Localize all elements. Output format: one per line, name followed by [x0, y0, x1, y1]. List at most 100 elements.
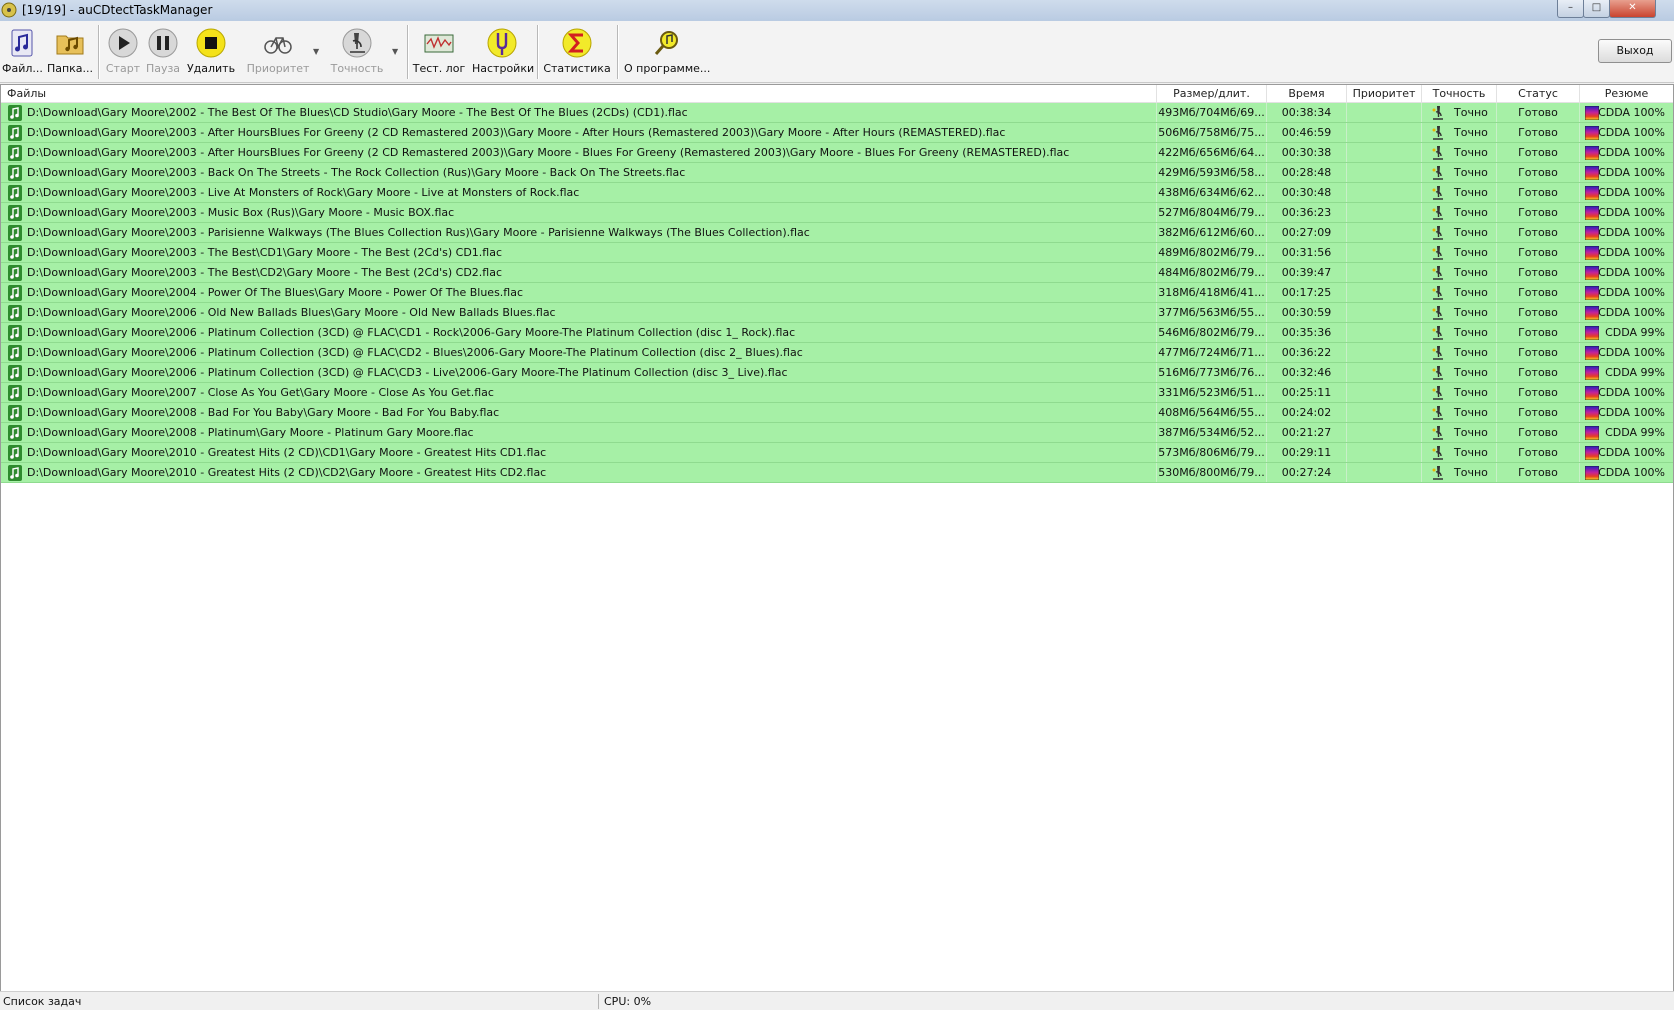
add-folder-button[interactable]: Папка... [46, 24, 94, 80]
time-cell: 00:24:02 [1267, 403, 1347, 422]
size-cell: 438Мб/634Мб/62... [1157, 183, 1267, 202]
column-header-time[interactable]: Время [1267, 85, 1347, 102]
time-cell: 00:30:48 [1267, 183, 1347, 202]
music-note-icon [8, 225, 22, 241]
spectrum-icon [1585, 206, 1599, 220]
minimize-button[interactable]: – [1557, 0, 1584, 18]
priority-cell [1347, 243, 1422, 262]
column-header-accuracy[interactable]: Точность [1422, 85, 1497, 102]
column-header-files[interactable]: Файлы [1, 85, 1157, 102]
table-row[interactable]: D:\Download\Gary Moore\2004 - Power Of T… [1, 283, 1673, 303]
microscope-icon [1432, 146, 1443, 160]
size-value: 527Мб/804Мб/79... [1158, 206, 1265, 219]
accuracy-value: Точно [1454, 146, 1488, 159]
time-cell: 00:17:25 [1267, 283, 1347, 302]
time-value: 00:30:48 [1281, 186, 1332, 199]
table-row[interactable]: D:\Download\Gary Moore\2002 - The Best O… [1, 103, 1673, 123]
test-log-label: Тест. лог [412, 62, 466, 75]
table-row[interactable]: D:\Download\Gary Moore\2003 - The Best\C… [1, 243, 1673, 263]
test-log-button[interactable]: Тест. лог [412, 24, 466, 80]
settings-button[interactable]: Настройки [472, 24, 534, 80]
sigma-icon [562, 28, 592, 58]
status-cell: Готово [1497, 103, 1580, 122]
table-row[interactable]: D:\Download\Gary Moore\2006 - Platinum C… [1, 343, 1673, 363]
file-path: D:\Download\Gary Moore\2004 - Power Of T… [27, 286, 524, 299]
accuracy-dropdown-arrow[interactable]: ▼ [392, 47, 398, 56]
table-row[interactable]: D:\Download\Gary Moore\2006 - Platinum C… [1, 323, 1673, 343]
time-cell: 00:39:47 [1267, 263, 1347, 282]
time-value: 00:28:48 [1281, 166, 1332, 179]
table-row[interactable]: D:\Download\Gary Moore\2010 - Greatest H… [1, 463, 1673, 483]
statistics-button[interactable]: Статистика [542, 24, 612, 80]
status-value: Готово [1518, 386, 1558, 399]
size-cell: 530Мб/800Мб/79... [1157, 463, 1267, 482]
status-value: Готово [1518, 206, 1558, 219]
close-button[interactable]: ✕ [1609, 0, 1656, 18]
title-bar[interactable]: [19/19] - auCDtectTaskManager – □ ✕ [0, 0, 1674, 22]
time-cell: 00:36:23 [1267, 203, 1347, 222]
table-row[interactable]: D:\Download\Gary Moore\2003 - After Hour… [1, 143, 1673, 163]
column-header-size[interactable]: Размер/длит. [1157, 85, 1267, 102]
result-cell: CDDA 100% [1580, 103, 1673, 122]
microscope-icon [1432, 166, 1443, 180]
music-note-icon [8, 465, 22, 481]
table-row[interactable]: D:\Download\Gary Moore\2003 - Back On Th… [1, 163, 1673, 183]
result-value: CDDA 100% [1598, 446, 1665, 459]
priority-button[interactable]: Приоритет [244, 24, 312, 80]
size-cell: 546Мб/802Мб/79... [1157, 323, 1267, 342]
add-file-button[interactable]: Файл... [2, 24, 43, 80]
column-header-priority[interactable]: Приоритет [1347, 85, 1422, 102]
about-button[interactable]: О программе... [624, 24, 710, 80]
table-row[interactable]: D:\Download\Gary Moore\2008 - Bad For Yo… [1, 403, 1673, 423]
size-value: 546Мб/802Мб/79... [1158, 326, 1265, 339]
table-row[interactable]: D:\Download\Gary Moore\2008 - Platinum\G… [1, 423, 1673, 443]
priority-dropdown-arrow[interactable]: ▼ [313, 47, 319, 56]
priority-cell [1347, 363, 1422, 382]
pause-button[interactable]: Пауза [144, 24, 182, 80]
size-cell: 506Мб/758Мб/75... [1157, 123, 1267, 142]
microscope-icon [1432, 286, 1443, 300]
microscope-icon [1432, 346, 1443, 360]
time-cell: 00:31:56 [1267, 243, 1347, 262]
table-row[interactable]: D:\Download\Gary Moore\2006 - Old New Ba… [1, 303, 1673, 323]
status-value: Готово [1518, 466, 1558, 479]
time-value: 00:30:59 [1281, 306, 1332, 319]
priority-cell [1347, 163, 1422, 182]
priority-cell [1347, 103, 1422, 122]
result-cell: CDDA 100% [1580, 183, 1673, 202]
microscope-icon [1432, 386, 1443, 400]
music-note-icon [8, 405, 22, 421]
result-value: CDDA 100% [1598, 206, 1665, 219]
file-cell: D:\Download\Gary Moore\2006 - Platinum C… [1, 343, 1157, 362]
size-cell: 382Мб/612Мб/60... [1157, 223, 1267, 242]
column-header-result[interactable]: Резюме [1580, 85, 1673, 102]
time-value: 00:35:36 [1281, 326, 1332, 339]
file-path: D:\Download\Gary Moore\2002 - The Best O… [27, 106, 688, 119]
task-list[interactable]: Файлы Размер/длит. Время Приоритет Точно… [0, 84, 1674, 992]
priority-cell [1347, 423, 1422, 442]
time-cell: 00:25:11 [1267, 383, 1347, 402]
accuracy-button[interactable]: Точность [328, 24, 386, 80]
table-row[interactable]: D:\Download\Gary Moore\2003 - Music Box … [1, 203, 1673, 223]
table-row[interactable]: D:\Download\Gary Moore\2010 - Greatest H… [1, 443, 1673, 463]
file-path: D:\Download\Gary Moore\2003 - Live At Mo… [27, 186, 580, 199]
file-path: D:\Download\Gary Moore\2003 - Music Box … [27, 206, 455, 219]
table-row[interactable]: D:\Download\Gary Moore\2006 - Platinum C… [1, 363, 1673, 383]
column-header-status[interactable]: Статус [1497, 85, 1580, 102]
table-row[interactable]: D:\Download\Gary Moore\2007 - Close As Y… [1, 383, 1673, 403]
exit-button[interactable]: Выход [1598, 39, 1672, 63]
status-cell: Готово [1497, 243, 1580, 262]
stop-icon [196, 28, 226, 58]
table-row[interactable]: D:\Download\Gary Moore\2003 - Parisienne… [1, 223, 1673, 243]
music-note-icon [8, 445, 22, 461]
file-path: D:\Download\Gary Moore\2003 - After Hour… [27, 146, 1070, 159]
size-value: 438Мб/634Мб/62... [1158, 186, 1265, 199]
size-value: 422Мб/656Мб/64... [1158, 146, 1265, 159]
start-button[interactable]: Старт [104, 24, 142, 80]
table-row[interactable]: D:\Download\Gary Moore\2003 - After Hour… [1, 123, 1673, 143]
table-row[interactable]: D:\Download\Gary Moore\2003 - Live At Mo… [1, 183, 1673, 203]
maximize-button[interactable]: □ [1583, 0, 1610, 18]
result-value: CDDA 99% [1605, 326, 1665, 339]
table-row[interactable]: D:\Download\Gary Moore\2003 - The Best\C… [1, 263, 1673, 283]
delete-button[interactable]: Удалить [186, 24, 236, 80]
